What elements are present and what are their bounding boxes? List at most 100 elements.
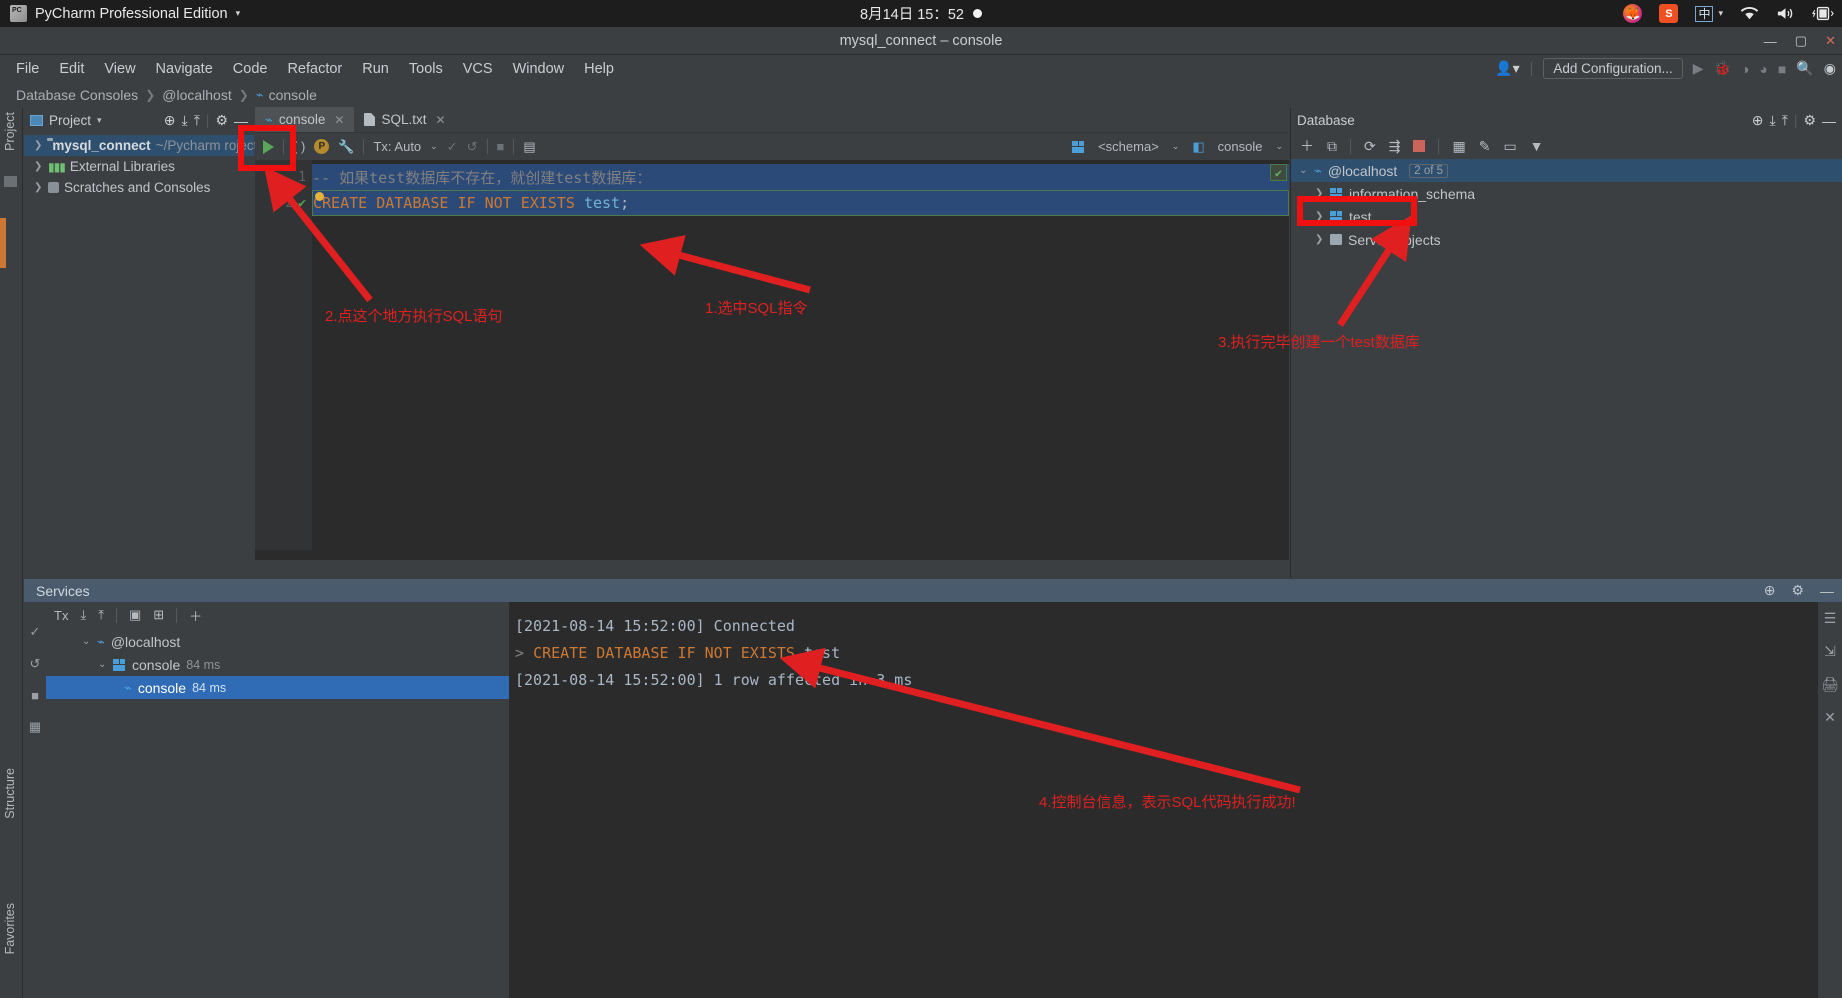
close-icon[interactable]: ✕ <box>334 113 344 127</box>
db-tree-item-information-schema[interactable]: ❯ information_schema <box>1291 182 1842 205</box>
chevron-down-icon[interactable]: ▾ <box>236 8 241 19</box>
stop-icon[interactable]: ■ <box>31 688 39 703</box>
menu-item-code[interactable]: Code <box>233 61 268 77</box>
menu-item-view[interactable]: View <box>104 61 135 77</box>
chevron-down-icon[interactable]: ⌄ <box>430 141 438 152</box>
chevron-down-icon[interactable]: ⌄ <box>82 636 91 647</box>
wifi-icon[interactable] <box>1740 6 1759 21</box>
rollback-icon[interactable]: ↺ <box>467 139 478 155</box>
expand-all-icon[interactable]: ⤓ <box>1770 112 1776 129</box>
settings-icon[interactable]: ⚙ <box>1803 112 1816 129</box>
tree-item-external-libraries[interactable]: ❯ ▮▮▮ External Libraries <box>24 156 254 177</box>
code-editor[interactable]: 1 2 ✔ -- 如果test数据库不存在，就创建test数据库： CREATE… <box>255 160 1289 550</box>
minimize-button[interactable]: — <box>1764 34 1777 49</box>
collapse-all-icon[interactable]: ⤒ <box>194 112 200 129</box>
sidebar-item-favorites[interactable]: Favorites <box>3 903 17 954</box>
menu-item-run[interactable]: Run <box>362 61 389 77</box>
os-clock[interactable]: 8月14日 15：52 <box>860 3 982 24</box>
ime-indicator[interactable]: 中 ▾ <box>1695 5 1723 22</box>
sidebar-item-project[interactable]: Project <box>3 112 17 151</box>
chevron-right-icon[interactable]: ❯ <box>34 182 43 193</box>
chevron-down-icon[interactable]: ⌄ <box>1172 141 1180 152</box>
stop-icon[interactable] <box>1413 140 1426 152</box>
scroll-end-icon[interactable]: ⇲ <box>1824 643 1836 660</box>
chevron-right-icon[interactable]: ❯ <box>34 161 43 172</box>
explain-plan-icon[interactable]: P <box>314 139 330 154</box>
wrench-icon[interactable]: 🔧 <box>338 139 354 155</box>
collapse-all-icon[interactable]: ⤒ <box>1782 112 1788 129</box>
chevron-right-icon[interactable]: ❯ <box>1315 188 1324 199</box>
duplicate-icon[interactable]: ⧉ <box>1327 138 1337 155</box>
intention-bulb-icon[interactable] <box>315 191 324 201</box>
battery-icon[interactable] <box>1812 6 1834 21</box>
volume-icon[interactable] <box>1776 6 1795 21</box>
chevron-right-icon[interactable]: ❯ <box>34 140 42 151</box>
structure-nub-icon[interactable] <box>4 176 17 187</box>
query-console-icon[interactable]: ▭ <box>1503 138 1516 155</box>
profile-icon[interactable]: ◕ <box>1759 61 1767 77</box>
search-icon[interactable]: 🔍 <box>1796 60 1813 77</box>
menu-item-navigate[interactable]: Navigate <box>156 61 213 77</box>
expand-icon[interactable]: ⤓ <box>80 607 86 623</box>
debug-icon[interactable]: 🐞 <box>1714 60 1731 77</box>
code-line-2[interactable]: CREATE DATABASE IF NOT EXISTS test ; <box>312 190 1289 216</box>
chevron-right-icon[interactable]: ❯ <box>1315 211 1324 222</box>
coverage-icon[interactable]: ◑ <box>1741 61 1749 77</box>
commit-check-icon[interactable]: ✓ <box>447 139 458 155</box>
services-item-console-session[interactable]: ⌄ console 84 ms <box>46 653 509 676</box>
print-icon[interactable]: 🖨 <box>1821 676 1839 693</box>
chevron-right-icon[interactable]: ❯ <box>1315 234 1324 245</box>
services-output-console[interactable]: [2021-08-14 15:52:00] Connected > CREATE… <box>510 602 1818 998</box>
services-item-localhost[interactable]: ⌄ ⌁ @localhost <box>46 630 509 653</box>
filter-icon[interactable]: ▼ <box>1530 138 1544 154</box>
tab-console[interactable]: ⌁ console ✕ <box>255 107 355 132</box>
hide-icon[interactable]: — <box>234 113 248 129</box>
menu-item-vcs[interactable]: VCS <box>463 61 493 77</box>
chevron-down-icon[interactable]: ⌄ <box>1275 141 1283 152</box>
menu-item-window[interactable]: Window <box>513 61 565 77</box>
os-app-menu[interactable]: PyCharm Professional Edition ▾ <box>0 5 240 22</box>
collapse-icon[interactable]: ⤒ <box>98 607 104 623</box>
sogou-icon[interactable]: S <box>1659 4 1679 23</box>
run-icon[interactable]: ▶ <box>1693 60 1704 77</box>
grid-icon[interactable]: ▦ <box>29 719 41 735</box>
stop-icon[interactable]: ■ <box>1778 61 1786 77</box>
editor-lines[interactable]: -- 如果test数据库不存在，就创建test数据库： CREATE DATAB… <box>312 160 1289 550</box>
table-icon[interactable]: ▦ <box>1452 138 1465 155</box>
add-icon[interactable]: ＋ <box>189 606 202 625</box>
refresh-icon[interactable]: ⟳ <box>1364 138 1376 155</box>
breadcrumb-item-localhost[interactable]: @localhost <box>162 87 231 103</box>
chevron-down-icon[interactable]: ⌄ <box>98 659 107 670</box>
help-icon[interactable]: ◉ <box>1824 60 1836 77</box>
add-icon[interactable]: ＋ <box>1300 136 1314 156</box>
table-editor-icon[interactable]: ▤ <box>523 139 535 155</box>
close-icon[interactable]: ✕ <box>1824 709 1836 726</box>
services-item-console[interactable]: ⌁ console 84 ms <box>46 676 509 699</box>
maximize-button[interactable]: ▢ <box>1795 33 1807 49</box>
session-selector-label[interactable]: console <box>1218 139 1263 154</box>
wrap-icon[interactable]: ☰ <box>1824 610 1837 627</box>
db-tree-item-server-objects[interactable]: ❯ Server Objects <box>1291 228 1842 251</box>
inspection-status-badge[interactable]: ✔ <box>1270 164 1287 181</box>
statement-ok-icon[interactable]: ✔ <box>298 196 306 211</box>
code-line-1[interactable]: -- 如果test数据库不存在，就创建test数据库： <box>312 164 1289 190</box>
menu-item-tools[interactable]: Tools <box>409 61 443 77</box>
commit-check-icon[interactable]: ✓ <box>30 624 41 640</box>
sidebar-item-structure[interactable]: Structure <box>3 768 17 819</box>
tx-mode-label[interactable]: Tx: Auto <box>373 139 421 154</box>
breadcrumb-item-database-consoles[interactable]: Database Consoles <box>16 87 138 103</box>
menu-item-refactor[interactable]: Refactor <box>287 61 342 77</box>
tab-sql-txt[interactable]: SQL.txt ✕ <box>354 107 456 132</box>
schema-selector-label[interactable]: <schema> <box>1098 139 1159 154</box>
db-tree-item-localhost[interactable]: ⌄ ⌁ @localhost 2 of 5 <box>1291 159 1842 182</box>
firefox-icon[interactable]: 🦊 <box>1623 4 1643 23</box>
locate-icon[interactable]: ⊕ <box>164 112 176 129</box>
settings-icon[interactable]: ⚙ <box>1791 582 1804 599</box>
execute-icon[interactable] <box>263 139 274 154</box>
sync-icon[interactable]: ⇶ <box>1389 138 1401 155</box>
tree-item-scratches-and-consoles[interactable]: ❯ Scratches and Consoles <box>24 177 254 198</box>
user-icon[interactable]: 👤▾ <box>1495 60 1519 77</box>
hide-icon[interactable]: — <box>1820 583 1834 599</box>
rollback-icon[interactable]: ↺ <box>30 656 41 672</box>
chevron-down-icon[interactable]: ▾ <box>97 115 102 126</box>
